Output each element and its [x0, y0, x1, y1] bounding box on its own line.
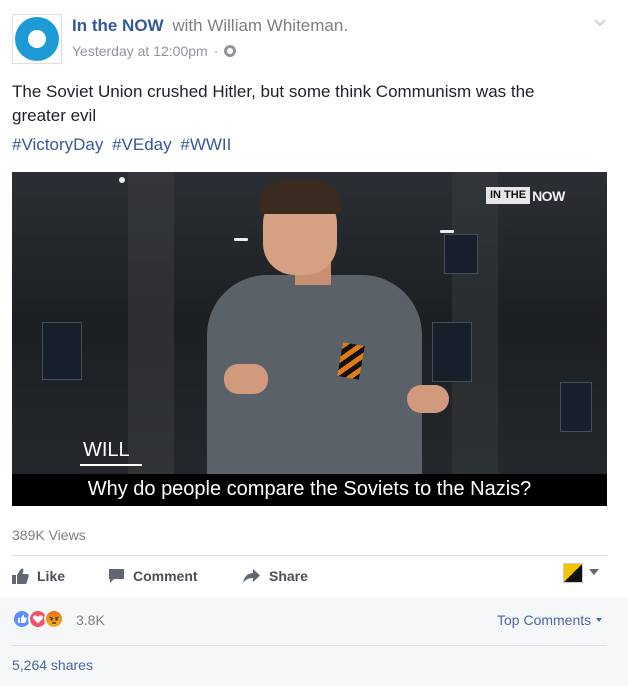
- ceiling-light: [119, 177, 125, 183]
- post-text: The Soviet Union crushed Hitler, but som…: [12, 82, 535, 125]
- comment-button[interactable]: Comment: [108, 565, 198, 587]
- background-monitor: [444, 234, 478, 274]
- page-logo-icon: [15, 17, 59, 61]
- tagged-user-link[interactable]: William Whiteman.: [207, 16, 348, 35]
- hashtag-link[interactable]: #VEday: [112, 135, 172, 154]
- meta-separator: ·: [213, 43, 219, 59]
- shares-count-link[interactable]: 5,264 shares: [12, 657, 93, 673]
- with-text: with: [172, 16, 203, 35]
- video-player[interactable]: IN THE NOW WILL Why do people compare th…: [12, 172, 607, 506]
- comment-label: Comment: [133, 568, 198, 584]
- background-monitor: [560, 382, 592, 432]
- angry-icon: [44, 609, 64, 629]
- timestamp-link[interactable]: Yesterday at 12:00pm: [72, 43, 208, 59]
- post-meta: Yesterday at 12:00pm ·: [72, 43, 237, 59]
- globe-icon[interactable]: [224, 45, 237, 57]
- divider: [12, 555, 607, 556]
- like-label: Like: [37, 568, 66, 584]
- background-monitor: [42, 322, 82, 380]
- share-arrow-icon: [243, 569, 260, 583]
- presenter-hand: [407, 385, 449, 413]
- speaker-name-tag: WILL: [83, 439, 130, 461]
- caret-down-icon: [596, 618, 603, 622]
- thumbs-up-icon: [12, 568, 29, 584]
- posting-as-avatar[interactable]: [563, 563, 583, 583]
- share-label: Share: [269, 568, 308, 584]
- page-name-link[interactable]: In the NOW: [72, 16, 164, 35]
- hashtags: #VictoryDay #VEday #WWII: [12, 135, 235, 155]
- caret-down-icon[interactable]: [589, 568, 599, 576]
- channel-watermark: IN THE NOW: [486, 187, 565, 204]
- name-tag-underline: [80, 464, 142, 466]
- top-comments-label: Top Comments: [497, 612, 592, 628]
- reactions-section: [0, 597, 628, 686]
- share-button[interactable]: Share: [243, 565, 308, 587]
- chevron-down-icon[interactable]: [593, 16, 607, 30]
- background-monitor: [432, 322, 472, 382]
- background-pillar: [128, 172, 174, 506]
- watermark-part2: NOW: [532, 187, 565, 204]
- post-title-line: In the NOW with William Whiteman.: [72, 16, 348, 36]
- view-count: 389K Views: [12, 527, 86, 543]
- page-avatar[interactable]: [12, 14, 62, 64]
- post-card: In the NOW with William Whiteman. Yester…: [0, 0, 628, 686]
- reaction-count[interactable]: 3.8K: [76, 612, 105, 628]
- ceiling-light: [234, 238, 248, 241]
- comment-icon: [109, 569, 124, 583]
- video-caption: Why do people compare the Soviets to the…: [87, 478, 532, 500]
- reaction-icons[interactable]: [12, 609, 76, 629]
- hashtag-link[interactable]: #WWII: [180, 135, 231, 154]
- presenter-hair: [258, 180, 342, 214]
- comment-order-dropdown[interactable]: Top Comments: [497, 612, 603, 628]
- presenter-hand: [224, 364, 268, 394]
- ceiling-light: [440, 230, 454, 233]
- hashtag-link[interactable]: #VictoryDay: [12, 135, 103, 154]
- like-button[interactable]: Like: [12, 565, 65, 587]
- divider: [12, 645, 607, 646]
- watermark-part1: IN THE: [486, 187, 531, 204]
